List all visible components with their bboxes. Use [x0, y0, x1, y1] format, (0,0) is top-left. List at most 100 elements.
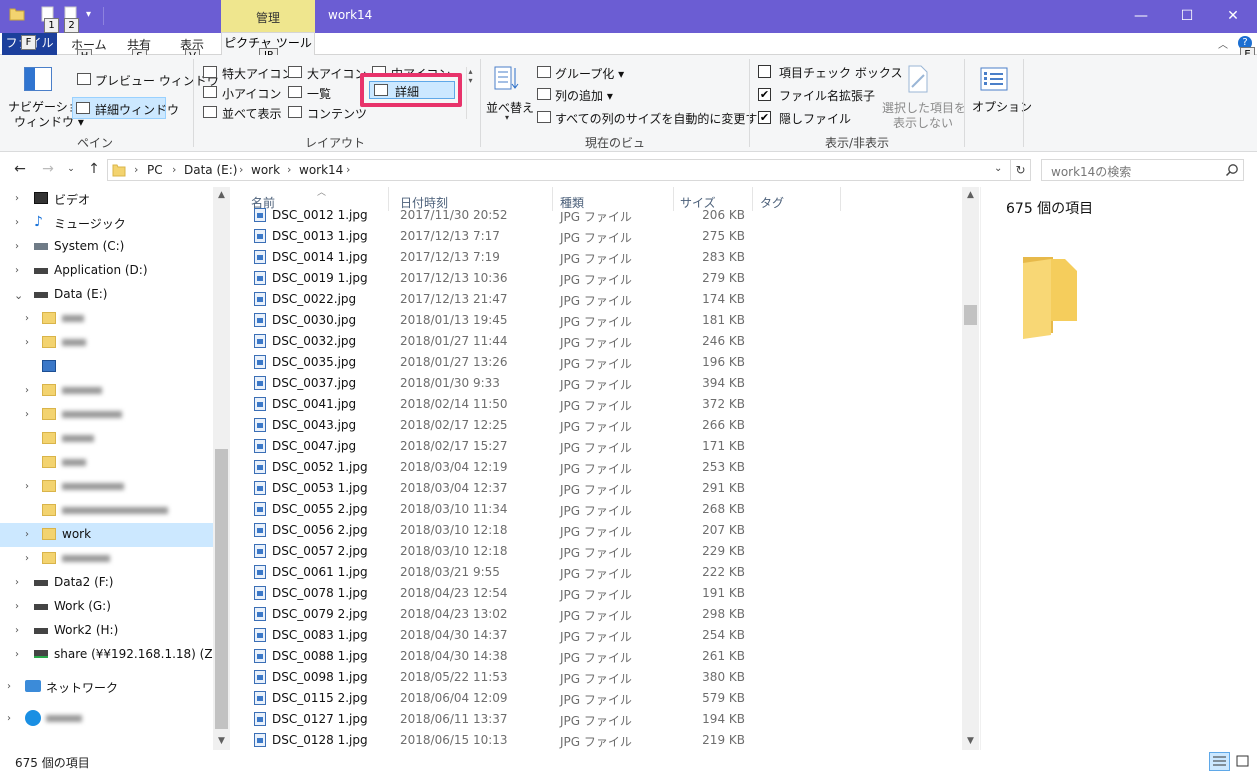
file-row[interactable]: DSC_0128 1.jpg 2018/06/15 10:13 JPG ファイル 21… — [248, 729, 958, 750]
nav-pane-scrollbar[interactable]: ▲ ▼ — [213, 187, 230, 750]
collapse-ribbon-icon[interactable]: ︿ — [1218, 36, 1228, 51]
maximize-button[interactable]: ☐ — [1164, 0, 1210, 32]
nav-item-system-c[interactable]: › System (C:) — [0, 235, 213, 259]
recent-locations-icon[interactable]: ⌄ — [61, 160, 81, 180]
nav-item-data-e[interactable]: ⌄ Data (E:) — [0, 283, 213, 307]
refresh-icon[interactable]: ↻ — [1010, 160, 1030, 180]
expand-chevron-icon[interactable]: › — [25, 409, 29, 420]
layout-large[interactable]: 大アイコン — [307, 65, 366, 82]
expand-chevron-icon[interactable]: › — [25, 553, 29, 564]
nav-item-music[interactable]: › ♪ ミュージック — [0, 211, 213, 235]
file-row[interactable]: DSC_0032.jpg 2018/01/27 11:44 JPG ファイル 246 … — [248, 330, 958, 351]
nav-item-obscured-folder[interactable] — [0, 499, 213, 523]
expand-chevron-icon[interactable]: › — [15, 625, 19, 636]
back-arrow-icon[interactable]: ← — [10, 160, 30, 180]
file-row[interactable]: DSC_0035.jpg 2018/01/27 13:26 JPG ファイル 196 … — [248, 351, 958, 372]
file-list-scrollbar[interactable]: ▲ ▼ — [962, 187, 979, 750]
nav-item-share-z[interactable]: › share (¥¥192.168.1.18) (Z:) — [0, 643, 221, 667]
address-bar[interactable]: › PC › Data (E:) › work › work14 › ⌄ ↻ — [107, 159, 1031, 181]
item-checkboxes-checkbox[interactable] — [758, 65, 771, 78]
forward-arrow-icon[interactable]: → — [38, 160, 58, 180]
nav-item-work2-h[interactable]: › Work2 (H:) — [0, 619, 213, 643]
expand-chevron-icon[interactable]: › — [25, 529, 29, 540]
breadcrumb-pc[interactable]: PC — [147, 163, 163, 177]
layout-tiles[interactable]: 並べて表示 — [222, 105, 282, 122]
file-row[interactable]: DSC_0088 1.jpg 2018/04/30 14:38 JPG ファイル 26… — [248, 645, 958, 666]
expand-chevron-icon[interactable]: › — [15, 241, 19, 252]
add-columns-button[interactable]: 列の追加 ▾ — [555, 87, 613, 104]
sort-by-button[interactable]: 並べ替え — [486, 99, 534, 116]
scroll-down-icon[interactable]: ▼ — [962, 733, 979, 750]
expand-chevron-icon[interactable]: › — [15, 649, 19, 660]
nav-item-obscured-folder[interactable]: › — [0, 307, 213, 331]
up-arrow-icon[interactable]: ↑ — [84, 160, 104, 180]
nav-item-obscured-folder[interactable]: › — [0, 547, 213, 571]
qat-dropdown-icon[interactable]: ▾ — [86, 9, 91, 20]
file-row[interactable]: DSC_0061 1.jpg 2018/03/21 9:55 JPG ファイル 222… — [248, 561, 958, 582]
context-tab-manage[interactable]: 管理 — [221, 0, 315, 33]
nav-item-obscured-folder[interactable] — [0, 427, 213, 451]
nav-item-obscured-folder[interactable]: › — [0, 379, 213, 403]
layout-details-button[interactable]: 詳細 — [369, 81, 455, 99]
nav-item-data2-f[interactable]: › Data2 (F:) — [0, 571, 213, 595]
breadcrumb-data-e[interactable]: Data (E:) — [184, 163, 237, 177]
expand-chevron-icon[interactable]: › — [7, 713, 11, 724]
search-icon[interactable] — [1225, 163, 1239, 177]
folder-icon[interactable] — [9, 6, 27, 26]
large-icons-view-toggle-icon[interactable] — [1233, 752, 1253, 771]
expand-chevron-icon[interactable]: › — [25, 313, 29, 324]
expand-chevron-icon[interactable]: › — [25, 385, 29, 396]
scroll-up-icon[interactable]: ▲ — [213, 187, 230, 204]
address-dropdown-icon[interactable]: ⌄ — [994, 163, 1002, 174]
nav-item-obscured-folder[interactable]: › — [0, 331, 213, 355]
minimize-button[interactable]: — — [1118, 0, 1164, 32]
expand-chevron-icon[interactable]: › — [7, 681, 11, 692]
scroll-up-icon[interactable]: ▲ — [962, 187, 979, 204]
hidden-items-checkbox[interactable]: ✔ — [758, 111, 771, 124]
file-row[interactable]: DSC_0012 1.jpg 2017/11/30 20:52 JPG ファイル 20… — [248, 204, 958, 225]
scroll-thumb[interactable] — [964, 305, 977, 325]
nav-item-application-d[interactable]: › Application (D:) — [0, 259, 213, 283]
nav-item-obscured-media[interactable] — [0, 355, 213, 379]
file-row[interactable]: DSC_0115 2.jpg 2018/06/04 12:09 JPG ファイル 57… — [248, 687, 958, 708]
file-row[interactable]: DSC_0022.jpg 2017/12/13 21:47 JPG ファイル 174 … — [248, 288, 958, 309]
expand-chevron-icon[interactable]: › — [15, 601, 19, 612]
expand-chevron-icon[interactable]: › — [25, 481, 29, 492]
expand-chevron-icon[interactable]: › — [15, 265, 19, 276]
nav-item-network[interactable]: › ネットワーク — [0, 675, 213, 699]
preview-pane-button[interactable]: プレビュー ウィンドウ — [95, 72, 219, 89]
nav-item-obscured-folder[interactable]: › — [0, 403, 213, 427]
size-all-columns-button[interactable]: すべての列のサイズを自動的に変更する — [555, 110, 769, 127]
expand-chevron-icon[interactable]: › — [15, 577, 19, 588]
expand-chevron-icon[interactable]: › — [15, 217, 19, 228]
nav-item-obscured-folder[interactable]: › — [0, 475, 213, 499]
group-by-button[interactable]: グループ化 ▾ — [555, 65, 624, 82]
file-row[interactable]: DSC_0057 2.jpg 2018/03/10 12:18 JPG ファイル 22… — [248, 540, 958, 561]
file-row[interactable]: DSC_0078 1.jpg 2018/04/23 12:54 JPG ファイル 19… — [248, 582, 958, 603]
breadcrumb-work[interactable]: work — [251, 163, 280, 177]
file-row[interactable]: DSC_0053 1.jpg 2018/03/04 12:37 JPG ファイル 29… — [248, 477, 958, 498]
scroll-thumb[interactable] — [215, 449, 228, 729]
file-row[interactable]: DSC_0055 2.jpg 2018/03/10 11:34 JPG ファイル 26… — [248, 498, 958, 519]
breadcrumb-work14[interactable]: work14 — [299, 163, 343, 177]
file-row[interactable]: DSC_0014 1.jpg 2017/12/13 7:19 JPG ファイル 283… — [248, 246, 958, 267]
file-row[interactable]: DSC_0019 1.jpg 2017/12/13 10:36 JPG ファイル 27… — [248, 267, 958, 288]
file-row[interactable]: DSC_0043.jpg 2018/02/17 12:25 JPG ファイル 266 … — [248, 414, 958, 435]
file-row[interactable]: DSC_0056 2.jpg 2018/03/10 12:18 JPG ファイル 20… — [248, 519, 958, 540]
expand-chevron-icon[interactable]: › — [25, 337, 29, 348]
layout-scroll-icon[interactable]: ▴ ▾ — [466, 67, 474, 119]
nav-item-work[interactable]: › work — [0, 523, 213, 547]
file-row[interactable]: DSC_0041.jpg 2018/02/14 11:50 JPG ファイル 372 … — [248, 393, 958, 414]
file-row[interactable]: DSC_0079 2.jpg 2018/04/23 13:02 JPG ファイル 29… — [248, 603, 958, 624]
file-extensions-checkbox[interactable]: ✔ — [758, 88, 771, 101]
nav-item-obscured-folder[interactable] — [0, 451, 213, 475]
file-row[interactable]: DSC_0030.jpg 2018/01/13 19:45 JPG ファイル 181 … — [248, 309, 958, 330]
layout-content[interactable]: コンテンツ — [307, 105, 367, 122]
nav-item-video[interactable]: › ビデオ — [0, 187, 213, 211]
file-row[interactable]: DSC_0127 1.jpg 2018/06/11 13:37 JPG ファイル 19… — [248, 708, 958, 729]
scroll-down-icon[interactable]: ▼ — [213, 733, 230, 750]
collapse-chevron-icon[interactable]: ⌄ — [14, 289, 23, 302]
layout-list[interactable]: 一覧 — [307, 85, 331, 102]
file-row[interactable]: DSC_0047.jpg 2018/02/17 15:27 JPG ファイル 171 … — [248, 435, 958, 456]
nav-item-work-g[interactable]: › Work (G:) — [0, 595, 213, 619]
